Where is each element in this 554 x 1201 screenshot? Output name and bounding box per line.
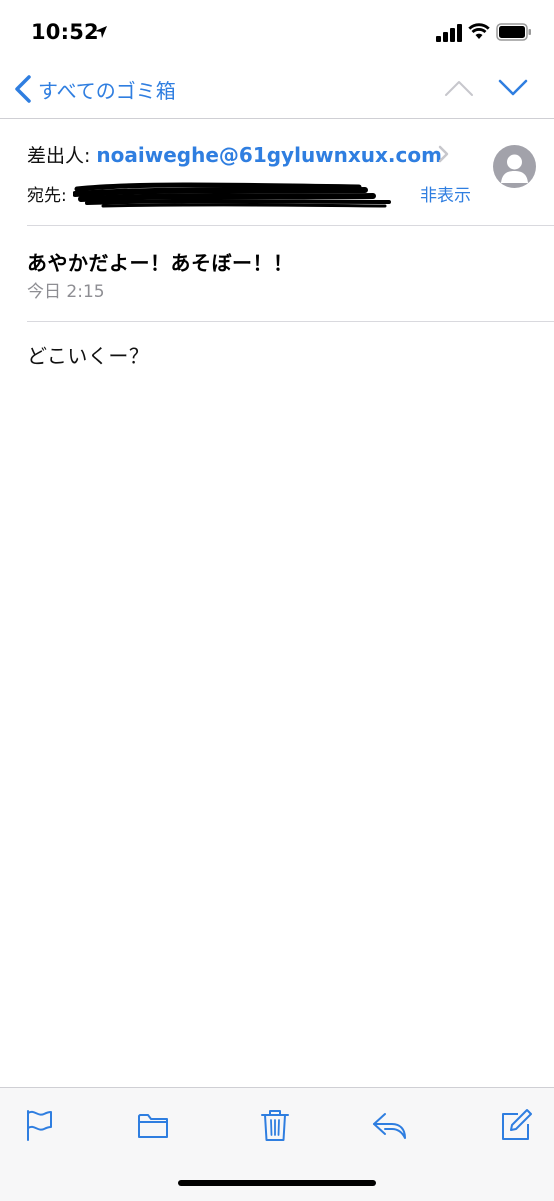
previous-message-button[interactable] [444, 78, 474, 98]
trash-icon[interactable] [259, 1108, 291, 1142]
compose-icon[interactable] [500, 1108, 532, 1142]
back-label: すべてのゴミ箱 [38, 78, 176, 103]
message-subject: あやかだよー！あそぼー！！ [27, 251, 294, 275]
home-indicator [178, 1180, 376, 1186]
message-header: 差出人: noaiweghe@61gyluwnxux.com 宛先: 非表示 [0, 119, 554, 225]
back-button[interactable]: すべてのゴミ箱 [14, 74, 176, 104]
divider [27, 321, 554, 322]
status-bar: 10:52 [0, 0, 554, 66]
redaction-scribble [73, 182, 391, 208]
avatar[interactable] [493, 145, 536, 188]
flag-icon[interactable] [24, 1108, 56, 1142]
nav-bar: すべてのゴミ箱 [0, 66, 554, 119]
location-arrow-icon [95, 26, 107, 38]
message-date: 今日 2:15 [27, 282, 105, 302]
hide-details-button[interactable]: 非表示 [420, 181, 471, 206]
chevron-left-icon [15, 75, 31, 103]
status-time: 10:52 [31, 20, 99, 44]
to-row: 宛先: [27, 181, 67, 206]
battery-icon [496, 23, 531, 41]
reply-icon[interactable] [372, 1108, 408, 1142]
message-body: どこいくー？ [27, 344, 150, 368]
wifi-icon [468, 23, 490, 39]
chevron-right-icon[interactable] [438, 145, 450, 163]
next-message-button[interactable] [498, 78, 528, 98]
from-label: 差出人: [27, 145, 91, 167]
divider [27, 225, 554, 226]
person-icon [501, 154, 528, 183]
sender-address[interactable]: noaiweghe@61gyluwnxux.com [96, 143, 442, 167]
cellular-signal-icon [436, 24, 462, 42]
from-row: 差出人: noaiweghe@61gyluwnxux.com [27, 141, 442, 168]
to-label: 宛先: [27, 186, 67, 206]
folder-icon[interactable] [137, 1108, 169, 1142]
